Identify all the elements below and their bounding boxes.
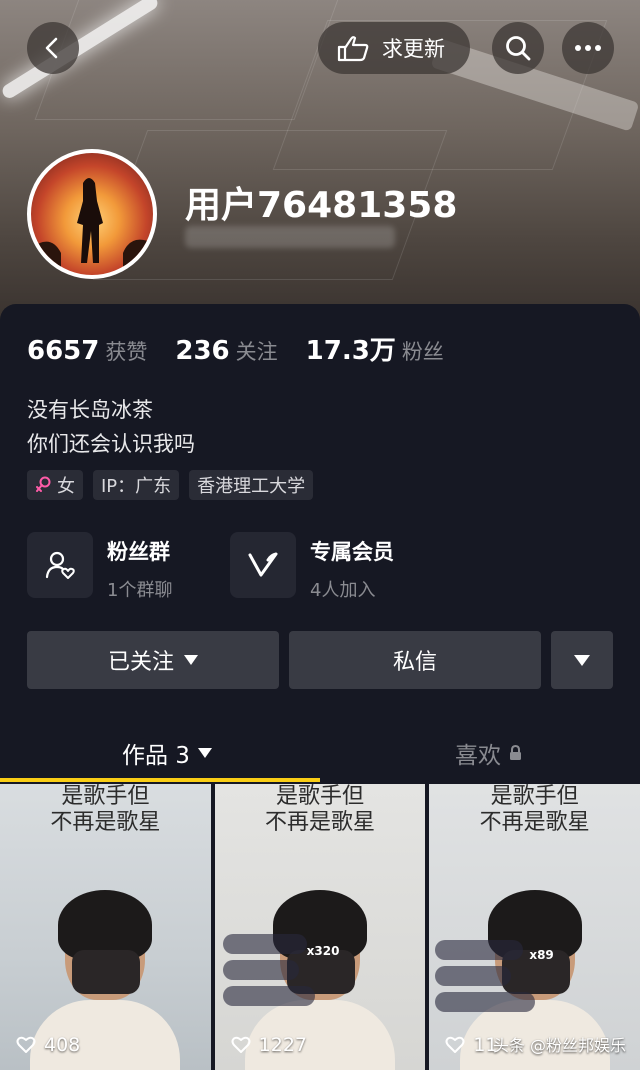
caret-down-icon bbox=[574, 654, 590, 666]
live-comment-chip bbox=[222, 960, 299, 980]
watermark: 头条 @粉丝邦娱乐 bbox=[492, 1036, 626, 1055]
video-grid: 是歌手但 不再是歌星 408 是歌手但 不再是歌星 x320 1227 是歌手但… bbox=[0, 784, 640, 1070]
lock-icon bbox=[510, 745, 521, 760]
female-icon bbox=[36, 476, 51, 492]
fan-group-icon-box bbox=[27, 532, 93, 598]
video-likes-count: 1227 bbox=[258, 1034, 308, 1056]
avatar[interactable] bbox=[27, 149, 157, 279]
caret-down-icon bbox=[184, 655, 198, 665]
request-update-button[interactable]: 求更新 bbox=[318, 22, 470, 74]
chevron-left-icon bbox=[45, 37, 58, 59]
video-caption: 是歌手但 不再是歌星 bbox=[0, 784, 211, 836]
back-button[interactable] bbox=[27, 22, 79, 74]
request-update-label: 求更新 bbox=[382, 37, 445, 61]
following-stat[interactable]: 236 关注 bbox=[175, 336, 277, 366]
video-thumbnail[interactable]: 是歌手但 不再是歌星 408 bbox=[0, 784, 211, 1070]
followed-button[interactable]: 已关注 bbox=[27, 631, 279, 689]
video-likes: 1227 bbox=[231, 1034, 307, 1056]
profile-stats: 6657 获赞 236 关注 17.3万 粉丝 bbox=[27, 330, 444, 367]
live-comment-chip bbox=[222, 934, 307, 954]
tab-likes[interactable]: 喜欢 bbox=[455, 736, 522, 770]
video-thumbnail[interactable]: 是歌手但 不再是歌星 x89 11 bbox=[429, 784, 640, 1070]
likes-stat[interactable]: 6657 获赞 bbox=[27, 336, 147, 366]
more-dots-icon bbox=[575, 45, 601, 51]
avatar-silhouette bbox=[31, 178, 153, 275]
followed-label: 已关注 bbox=[107, 650, 174, 675]
caption-line: 不再是歌星 bbox=[50, 810, 161, 835]
caption-line: 不再是歌星 bbox=[265, 810, 376, 835]
gender-tag: 女 bbox=[27, 470, 83, 500]
message-button[interactable]: 私信 bbox=[289, 631, 541, 689]
gender-label: 女 bbox=[57, 476, 75, 497]
caption-line: 是歌手但 bbox=[490, 784, 579, 809]
school-label: 香港理工大学 bbox=[197, 476, 306, 497]
video-likes: 11 bbox=[445, 1034, 498, 1056]
content-tabs: 作品 3 喜欢 bbox=[0, 730, 640, 782]
bio: 没有长岛冰茶 你们还会认识我吗 bbox=[27, 393, 195, 461]
search-icon bbox=[506, 36, 531, 61]
live-comment-chip bbox=[222, 986, 315, 1006]
action-buttons: 已关注 私信 bbox=[27, 631, 613, 689]
video-likes-count: 408 bbox=[44, 1034, 81, 1056]
following-label: 关注 bbox=[235, 340, 278, 364]
more-actions-button[interactable] bbox=[551, 631, 613, 689]
heart-icon bbox=[445, 1036, 465, 1053]
followers-count: 17.3万 bbox=[305, 336, 396, 366]
gift-count: x320 bbox=[306, 944, 340, 958]
pointing-hand-icon bbox=[337, 36, 369, 62]
membership-entry[interactable]: 专属会员 4人加入 bbox=[230, 532, 394, 602]
tab-works-label: 作品 3 bbox=[122, 743, 190, 769]
fan-group-icon bbox=[45, 551, 75, 579]
tab-likes-label: 喜欢 bbox=[455, 743, 501, 769]
membership-icon-box bbox=[230, 532, 296, 598]
membership-title: 专属会员 bbox=[310, 540, 394, 564]
person-mask bbox=[72, 950, 141, 994]
bio-line: 你们还会认识我吗 bbox=[27, 432, 195, 456]
live-comment-chip bbox=[435, 966, 512, 986]
active-tab-indicator bbox=[0, 778, 320, 782]
caret-down-icon bbox=[197, 748, 212, 758]
bio-line: 没有长岛冰茶 bbox=[27, 398, 153, 422]
caption-line: 是歌手但 bbox=[276, 784, 365, 809]
fan-group-title: 粉丝群 bbox=[107, 540, 170, 564]
membership-v-icon bbox=[248, 552, 278, 577]
video-likes: 408 bbox=[16, 1034, 80, 1056]
heart-icon bbox=[16, 1036, 36, 1053]
school-tag[interactable]: 香港理工大学 bbox=[189, 470, 314, 500]
live-comment-chip bbox=[435, 940, 524, 960]
caption-line: 是歌手但 bbox=[61, 784, 150, 809]
followers-label: 粉丝 bbox=[401, 340, 444, 364]
more-button[interactable] bbox=[562, 22, 614, 74]
message-label: 私信 bbox=[392, 650, 437, 675]
likes-label: 获赞 bbox=[105, 340, 148, 364]
video-caption: 是歌手但 不再是歌星 bbox=[429, 784, 640, 836]
ip-tag: IP：广东 bbox=[93, 470, 180, 500]
following-count: 236 bbox=[175, 336, 230, 366]
username: 用户76481358 bbox=[185, 185, 458, 226]
live-comment-chip bbox=[435, 992, 536, 1012]
fan-group-subtitle: 1个群聊 bbox=[107, 580, 173, 601]
tab-works[interactable]: 作品 3 bbox=[122, 736, 212, 770]
video-thumbnail[interactable]: 是歌手但 不再是歌星 x320 1227 bbox=[214, 784, 426, 1070]
gift-count: x89 bbox=[529, 948, 554, 962]
profile-tags: 女 IP：广东 香港理工大学 bbox=[27, 470, 314, 500]
video-caption: 是歌手但 不再是歌星 bbox=[215, 784, 426, 836]
heart-icon bbox=[231, 1036, 251, 1053]
likes-count: 6657 bbox=[27, 336, 100, 366]
search-button[interactable] bbox=[492, 22, 544, 74]
membership-subtitle: 4人加入 bbox=[310, 580, 376, 601]
ip-label: IP：广东 bbox=[101, 476, 172, 497]
caption-line: 不再是歌星 bbox=[479, 810, 590, 835]
followers-stat[interactable]: 17.3万 粉丝 bbox=[306, 330, 444, 367]
blurred-account-id bbox=[185, 226, 395, 248]
fan-group-entry[interactable]: 粉丝群 1个群聊 bbox=[27, 532, 172, 602]
